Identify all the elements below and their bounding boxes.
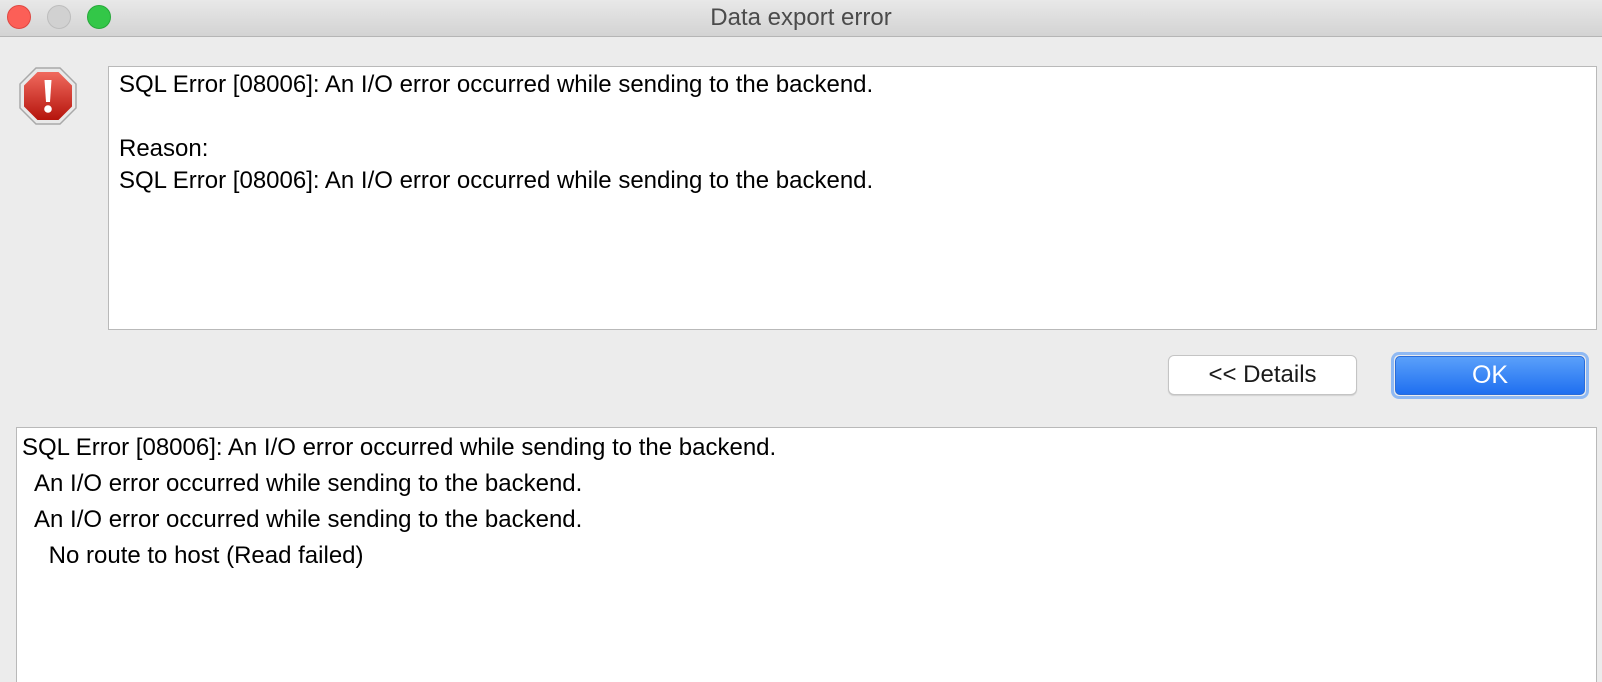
reason-message-line: SQL Error [08006]: An I/O error occurred… xyxy=(119,167,874,194)
title-bar: Data export error xyxy=(0,0,1602,37)
ok-button-label: OK xyxy=(1395,356,1585,395)
error-dialog: Data export error SQL Error [08006]: An … xyxy=(0,0,1602,682)
reason-label: Reason: xyxy=(119,135,209,162)
error-message-line: SQL Error [08006]: An I/O error occurred… xyxy=(119,71,874,98)
details-line: An I/O error occurred while sending to t… xyxy=(22,506,583,533)
ok-button[interactable]: OK xyxy=(1391,352,1589,399)
details-line: An I/O error occurred while sending to t… xyxy=(22,470,583,497)
details-line: No route to host (Read failed) xyxy=(22,542,364,569)
window-title: Data export error xyxy=(710,4,892,31)
details-text-area[interactable]: SQL Error [08006]: An I/O error occurred… xyxy=(16,427,1597,682)
details-line: SQL Error [08006]: An I/O error occurred… xyxy=(22,434,777,461)
error-icon xyxy=(19,67,77,125)
details-button[interactable]: << Details xyxy=(1168,355,1357,395)
error-message-area[interactable]: SQL Error [08006]: An I/O error occurred… xyxy=(108,66,1597,330)
